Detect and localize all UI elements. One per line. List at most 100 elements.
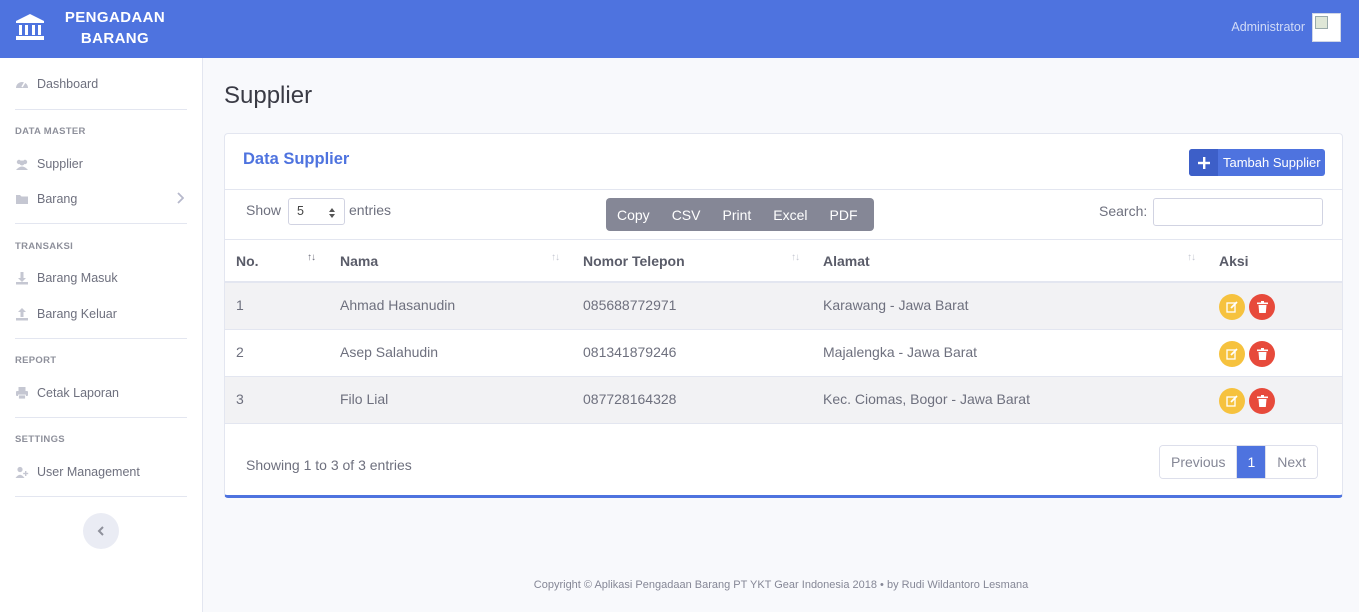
cell-alamat: Karawang - Jawa Barat	[823, 297, 969, 313]
sidebar-item-label: Barang Keluar	[37, 307, 117, 321]
add-supplier-button[interactable]: Tambah Supplier	[1189, 149, 1325, 176]
sidebar-item-barang-masuk[interactable]: Barang Masuk	[15, 268, 118, 288]
add-supplier-label: Tambah Supplier	[1223, 155, 1321, 170]
pdf-button[interactable]: PDF	[819, 207, 869, 223]
excel-button[interactable]: Excel	[762, 207, 818, 223]
export-button-group: Copy CSV Print Excel PDF	[606, 198, 874, 231]
section-heading-data-master: DATA MASTER	[15, 126, 86, 137]
data-card: Data Supplier Tambah Supplier Show 5 ent…	[224, 133, 1343, 498]
upload-icon	[16, 308, 28, 321]
previous-page-button[interactable]: Previous	[1160, 446, 1238, 478]
column-header-nama[interactable]: Nama	[340, 253, 378, 269]
print-icon	[16, 387, 28, 400]
folder-icon	[16, 195, 28, 204]
sidebar: Dashboard DATA MASTER Supplier Barang TR…	[0, 58, 203, 612]
cell-no: 1	[236, 297, 244, 313]
copy-button[interactable]: Copy	[606, 207, 661, 223]
topbar: PENGADAAN BARANG Administrator	[0, 0, 1359, 58]
show-label: Show	[246, 202, 282, 218]
table-row: 3 Filo Lial 087728164328 Kec. Ciomas, Bo…	[225, 377, 1342, 424]
search-label: Search:	[1099, 203, 1148, 219]
sidebar-item-barang[interactable]: Barang	[15, 189, 77, 209]
entries-label: entries	[349, 202, 392, 218]
sidebar-divider	[15, 338, 187, 339]
sidebar-item-cetak-laporan[interactable]: Cetak Laporan	[15, 383, 119, 403]
column-header-telepon[interactable]: Nomor Telepon	[583, 253, 685, 269]
brand[interactable]: PENGADAAN BARANG	[0, 0, 203, 58]
sidebar-item-barang-keluar[interactable]: Barang Keluar	[15, 304, 117, 324]
cell-telepon: 087728164328	[583, 391, 677, 407]
sort-icon[interactable]: ↑↓	[551, 252, 560, 263]
delete-button[interactable]	[1249, 294, 1275, 320]
sidebar-item-dashboard[interactable]: Dashboard	[15, 74, 98, 94]
sidebar-divider	[15, 109, 187, 110]
user-plus-icon	[15, 466, 29, 478]
sidebar-item-label: Barang Masuk	[37, 271, 118, 285]
edit-icon	[1226, 395, 1238, 407]
trash-icon	[1256, 395, 1268, 407]
chevron-right-icon[interactable]	[176, 192, 184, 204]
brand-name: PENGADAAN BARANG	[64, 9, 166, 47]
table-row: 1 Ahmad Hasanudin 085688772971 Karawang …	[225, 283, 1342, 330]
sidebar-item-supplier[interactable]: Supplier	[15, 154, 83, 174]
chevron-left-icon	[97, 526, 104, 536]
cell-alamat: Kec. Ciomas, Bogor - Jawa Barat	[823, 391, 1030, 407]
delete-button[interactable]	[1249, 388, 1275, 414]
sidebar-item-user-management[interactable]: User Management	[15, 462, 140, 482]
edit-button[interactable]	[1219, 294, 1245, 320]
cell-nama: Ahmad Hasanudin	[340, 297, 456, 313]
column-header-alamat[interactable]: Alamat	[823, 253, 870, 269]
cell-nama: Asep Salahudin	[340, 344, 439, 360]
table-info: Showing 1 to 3 of 3 entries	[246, 457, 412, 473]
sort-icon[interactable]: ↑↓	[307, 252, 316, 263]
pagination: Previous 1 Next	[1159, 445, 1319, 479]
page-1-button[interactable]: 1	[1237, 446, 1266, 478]
sidebar-item-label: Supplier	[37, 157, 83, 171]
cell-telepon: 085688772971	[583, 297, 677, 313]
sort-icon[interactable]: ↑↓	[791, 252, 800, 263]
copyright-footer: Copyright © Aplikasi Pengadaan Barang PT…	[533, 579, 1029, 591]
sidebar-item-label: User Management	[37, 465, 140, 479]
sidebar-divider	[15, 223, 187, 224]
page-length-select[interactable]: 5	[288, 198, 345, 225]
sidebar-item-label: Cetak Laporan	[37, 386, 120, 400]
page-length-value: 5	[297, 204, 304, 218]
edit-icon	[1226, 301, 1238, 313]
next-page-button[interactable]: Next	[1265, 446, 1318, 478]
user-avatar[interactable]	[1312, 13, 1341, 42]
print-button[interactable]: Print	[711, 207, 762, 223]
tachometer-icon	[16, 81, 28, 88]
delete-button[interactable]	[1249, 341, 1275, 367]
trash-icon	[1256, 301, 1268, 313]
trash-icon	[1256, 348, 1268, 360]
bank-icon	[16, 14, 44, 40]
download-icon	[16, 272, 28, 285]
section-heading-settings: SETTINGS	[15, 434, 65, 445]
edit-button[interactable]	[1219, 341, 1245, 367]
edit-button[interactable]	[1219, 388, 1245, 414]
sidebar-divider	[15, 417, 187, 418]
sidebar-item-label: Dashboard	[37, 77, 99, 91]
column-header-aksi: Aksi	[1219, 253, 1249, 269]
table-header: No. ↑↓ Nama ↑↓ Nomor Telepon ↑↓ Alamat ↑…	[225, 239, 1342, 283]
cell-no: 3	[236, 391, 244, 407]
user-name[interactable]: Administrator	[1231, 20, 1305, 34]
card-header: Data Supplier Tambah Supplier	[225, 134, 1342, 190]
sort-icon[interactable]: ↑↓	[1187, 252, 1196, 263]
csv-button[interactable]: CSV	[661, 207, 712, 223]
edit-icon	[1226, 348, 1238, 360]
page-title: Supplier	[224, 82, 313, 109]
card-title: Data Supplier	[243, 150, 350, 168]
cell-telepon: 081341879246	[583, 344, 677, 360]
sidebar-item-label: Barang	[37, 192, 78, 206]
cell-alamat: Majalengka - Jawa Barat	[823, 344, 978, 360]
search-input[interactable]	[1153, 198, 1323, 226]
sort-caret-icon	[329, 208, 335, 218]
section-heading-report: REPORT	[15, 355, 57, 366]
cell-nama: Filo Lial	[340, 391, 389, 407]
sidebar-toggle-button[interactable]	[83, 513, 119, 549]
section-heading-transaksi: TRANSAKSI	[15, 241, 74, 252]
column-header-no[interactable]: No.	[236, 253, 259, 269]
plus-icon	[1189, 149, 1218, 176]
users-icon	[16, 159, 28, 170]
